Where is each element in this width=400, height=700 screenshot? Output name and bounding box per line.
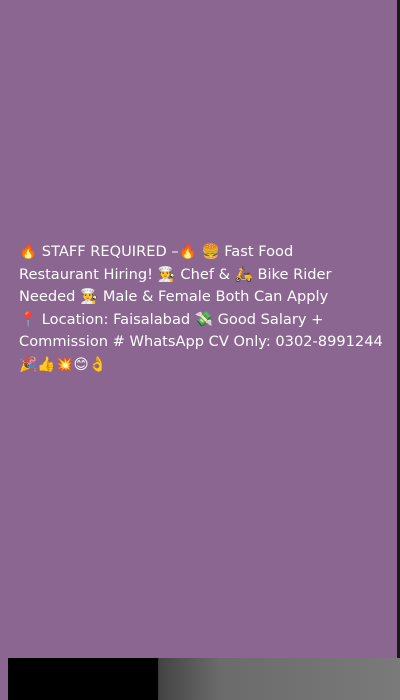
story-text-line-5: Commission # WhatsApp CV Only: 0302-8991…	[19, 333, 383, 350]
story-emoji-line: 🎉👍💥😊👌	[19, 355, 107, 373]
story-text-line-1: 🔥 STAFF REQUIRED –🔥 🍔 Fast Food	[19, 243, 294, 260]
bottom-media-strip	[0, 658, 400, 700]
story-screen: 🔥 STAFF REQUIRED –🔥 🍔 Fast Food Restaura…	[0, 0, 400, 700]
story-text: 🔥 STAFF REQUIRED –🔥 🍔 Fast Food Restaura…	[19, 241, 389, 376]
story-text-line-3: Needed 👨‍🍳 Male & Female Both Can Apply	[19, 288, 329, 305]
story-text-line-4: 📍 Location: Faisalabad 💸 Good Salary +	[19, 310, 324, 328]
story-text-line-2: Restaurant Hiring! 👨‍🍳 Chef & 🛵 Bike Rid…	[19, 265, 332, 283]
